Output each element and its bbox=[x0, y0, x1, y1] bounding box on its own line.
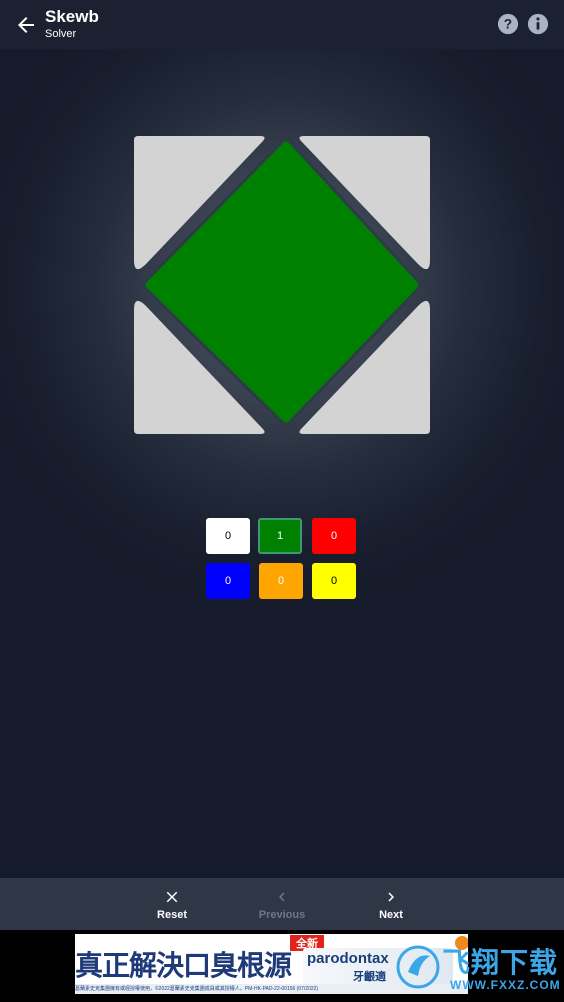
count-label: 0 bbox=[224, 575, 232, 587]
count-label: 0 bbox=[330, 530, 338, 542]
solver-area: 0 1 0 0 0 0 bbox=[0, 49, 564, 878]
count-label: 1 bbox=[276, 530, 284, 542]
app-bar: Skewb Solver ? bbox=[0, 0, 564, 49]
watermark: 飞翔下载 WWW.FXXZ.COM bbox=[396, 938, 560, 996]
count-label: 0 bbox=[277, 575, 285, 587]
info-circle-icon[interactable] bbox=[527, 13, 549, 35]
ad-brand: parodontax bbox=[307, 950, 389, 967]
previous-button[interactable]: Previous bbox=[237, 878, 327, 930]
app-title: Skewb bbox=[45, 7, 99, 26]
color-count-green[interactable]: 1 bbox=[258, 518, 302, 554]
reset-button[interactable]: Reset bbox=[127, 878, 217, 930]
close-icon bbox=[166, 891, 178, 903]
color-count-blue[interactable]: 0 bbox=[206, 563, 250, 599]
color-count-red[interactable]: 0 bbox=[312, 518, 356, 554]
color-count-grid: 0 1 0 0 0 0 bbox=[206, 518, 358, 602]
next-button[interactable]: Next bbox=[346, 878, 436, 930]
color-count-orange[interactable]: 0 bbox=[259, 563, 303, 599]
arrow-left-icon[interactable] bbox=[14, 13, 38, 37]
svg-text:?: ? bbox=[504, 17, 512, 32]
app-subtitle: Solver bbox=[45, 28, 77, 40]
bottom-nav: Reset Previous Next bbox=[0, 878, 564, 930]
count-label: 0 bbox=[224, 530, 232, 542]
chevron-right-icon bbox=[388, 892, 394, 902]
help-circle-icon[interactable]: ? bbox=[497, 13, 519, 35]
next-label: Next bbox=[379, 909, 403, 921]
reset-label: Reset bbox=[157, 909, 187, 921]
color-count-white[interactable]: 0 bbox=[206, 518, 250, 554]
color-count-yellow[interactable]: 0 bbox=[312, 563, 356, 599]
watermark-text: 飞翔下载 bbox=[442, 947, 559, 978]
ad-headline: 真正解決口臭根源 bbox=[75, 950, 292, 981]
chevron-left-icon bbox=[279, 892, 285, 902]
watermark-logo-icon bbox=[396, 945, 440, 989]
watermark-url: WWW.FXXZ.COM bbox=[450, 978, 561, 992]
ad-subbrand: 牙齦適 bbox=[353, 971, 386, 983]
previous-label: Previous bbox=[258, 909, 306, 921]
count-label: 0 bbox=[330, 575, 338, 587]
skewb-face bbox=[134, 136, 430, 434]
